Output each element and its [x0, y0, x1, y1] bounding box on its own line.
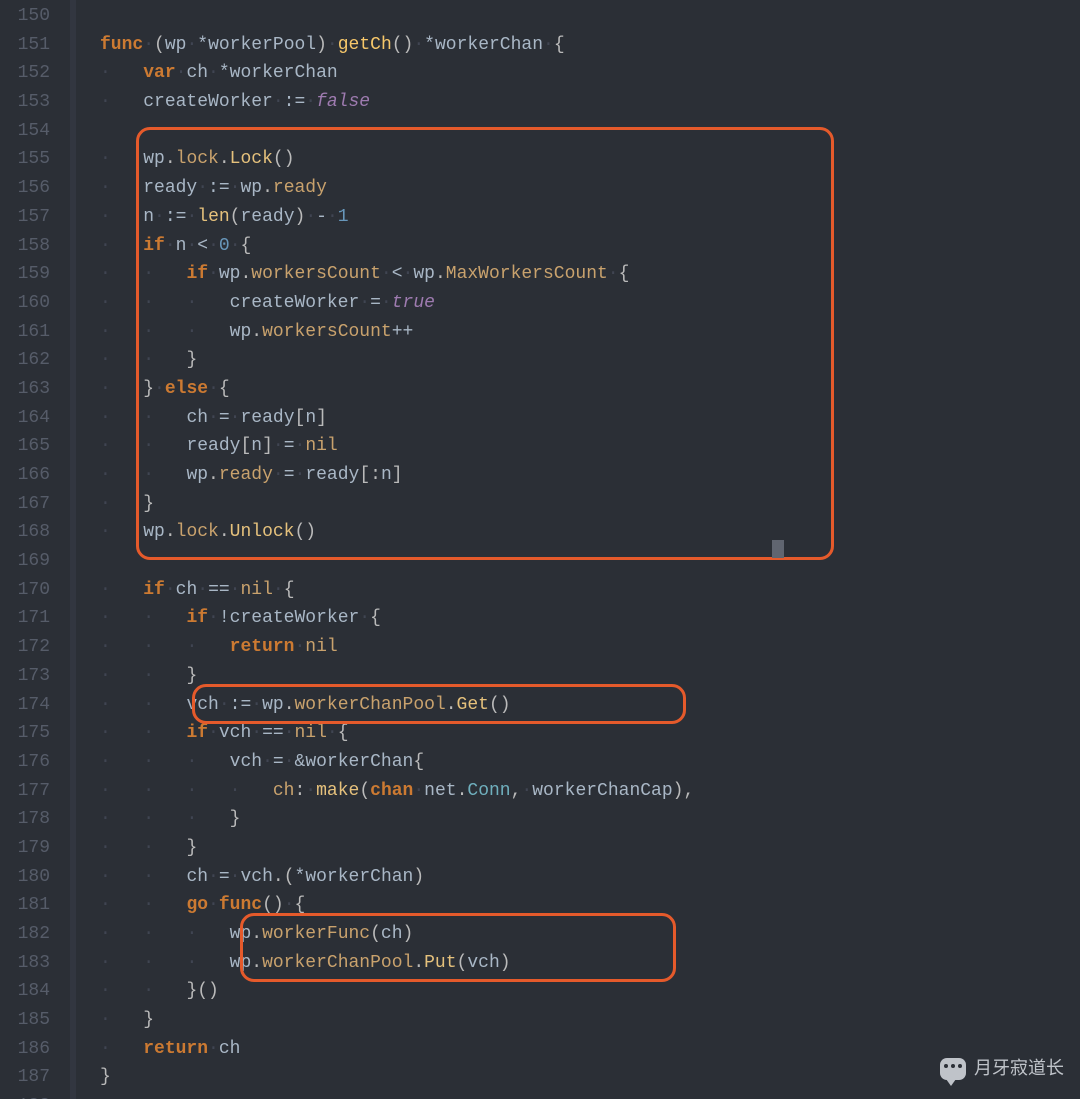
line-number: 150 [0, 2, 60, 31]
code-line[interactable]: · n·:=·len(ready)·-·1 [100, 203, 694, 232]
code-line[interactable]: · wp.lock.Unlock() [100, 518, 694, 547]
code-editor[interactable]: 1501511521531541551561571581591601611621… [0, 0, 1080, 1099]
code-line[interactable]: · if·n·<·0·{ [100, 232, 694, 261]
code-line[interactable]: · } [100, 1006, 694, 1035]
code-line[interactable]: · · } [100, 662, 694, 691]
code-line[interactable]: func·(wp·*workerPool)·getCh()·*workerCha… [100, 31, 694, 60]
code-line[interactable]: · · } [100, 346, 694, 375]
code-area[interactable]: func·(wp·*workerPool)·getCh()·*workerCha… [100, 2, 694, 1099]
line-number: 159 [0, 260, 60, 289]
code-line[interactable]: · · wp.ready·=·ready[:n] [100, 461, 694, 490]
code-line[interactable]: · · · wp.workersCount++ [100, 318, 694, 347]
code-line[interactable]: · var·ch·*workerChan [100, 59, 694, 88]
watermark-text: 月牙寂道长 [974, 1054, 1064, 1083]
line-number: 164 [0, 404, 60, 433]
code-line[interactable]: · } [100, 490, 694, 519]
line-number: 184 [0, 977, 60, 1006]
line-number: 175 [0, 719, 60, 748]
code-line[interactable]: · }·else·{ [100, 375, 694, 404]
line-number: 158 [0, 232, 60, 261]
line-number: 155 [0, 145, 60, 174]
line-number-gutter[interactable]: 1501511521531541551561571581591601611621… [0, 0, 60, 1099]
line-number: 180 [0, 863, 60, 892]
line-number: 160 [0, 289, 60, 318]
line-number: 178 [0, 805, 60, 834]
code-line[interactable]: · · · } [100, 805, 694, 834]
line-number: 162 [0, 346, 60, 375]
code-line[interactable]: · if·ch·==·nil·{ [100, 576, 694, 605]
line-number: 153 [0, 88, 60, 117]
code-line[interactable]: · · vch·:=·wp.workerChanPool.Get() [100, 691, 694, 720]
code-line[interactable]: } [100, 1063, 694, 1092]
code-line[interactable]: · createWorker·:=·false [100, 88, 694, 117]
scrollbar[interactable] [1074, 0, 1080, 1099]
caret-mark [772, 540, 784, 558]
code-line[interactable]: · · · vch·=·&workerChan{ [100, 748, 694, 777]
line-number: 182 [0, 920, 60, 949]
code-line[interactable] [100, 2, 694, 31]
code-line[interactable]: · · }() [100, 977, 694, 1006]
line-number: 157 [0, 203, 60, 232]
code-line[interactable] [100, 547, 694, 576]
wechat-icon [940, 1058, 966, 1080]
watermark: 月牙寂道长 [940, 1054, 1064, 1083]
code-line[interactable]: · · ch·=·ready[n] [100, 404, 694, 433]
code-line[interactable]: · ready·:=·wp.ready [100, 174, 694, 203]
line-number: 179 [0, 834, 60, 863]
code-line[interactable]: · return·ch [100, 1035, 694, 1064]
line-number: 156 [0, 174, 60, 203]
line-number: 172 [0, 633, 60, 662]
code-line[interactable]: · · · createWorker·=·true [100, 289, 694, 318]
code-line[interactable]: · · · · ch:·make(chan·net.Conn,·workerCh… [100, 777, 694, 806]
line-number: 171 [0, 604, 60, 633]
line-number: 169 [0, 547, 60, 576]
line-number: 187 [0, 1063, 60, 1092]
code-line[interactable] [100, 117, 694, 146]
code-line[interactable]: · · ch·=·vch.(*workerChan) [100, 863, 694, 892]
code-line[interactable]: · · } [100, 834, 694, 863]
line-number: 152 [0, 59, 60, 88]
line-number: 170 [0, 576, 60, 605]
line-number: 163 [0, 375, 60, 404]
code-line[interactable]: · · if·wp.workersCount·<·wp.MaxWorkersCo… [100, 260, 694, 289]
code-line[interactable]: · wp.lock.Lock() [100, 145, 694, 174]
line-number: 168 [0, 518, 60, 547]
code-line[interactable]: · · · return·nil [100, 633, 694, 662]
line-number: 188 [0, 1092, 60, 1099]
line-number: 173 [0, 662, 60, 691]
code-line[interactable]: · · if·vch·==·nil·{ [100, 719, 694, 748]
line-number: 185 [0, 1006, 60, 1035]
fold-margin [70, 0, 76, 1099]
line-number: 176 [0, 748, 60, 777]
line-number: 167 [0, 490, 60, 519]
line-number: 186 [0, 1035, 60, 1064]
code-line[interactable]: · · · wp.workerFunc(ch) [100, 920, 694, 949]
code-line[interactable]: · · go·func()·{ [100, 891, 694, 920]
line-number: 181 [0, 891, 60, 920]
code-line[interactable]: · · · wp.workerChanPool.Put(vch) [100, 949, 694, 978]
line-number: 151 [0, 31, 60, 60]
line-number: 177 [0, 777, 60, 806]
line-number: 161 [0, 318, 60, 347]
code-line[interactable]: · · ready[n]·=·nil [100, 432, 694, 461]
line-number: 183 [0, 949, 60, 978]
code-line[interactable] [100, 1092, 694, 1099]
line-number: 165 [0, 432, 60, 461]
line-number: 174 [0, 691, 60, 720]
line-number: 166 [0, 461, 60, 490]
code-line[interactable]: · · if·!createWorker·{ [100, 604, 694, 633]
line-number: 154 [0, 117, 60, 146]
